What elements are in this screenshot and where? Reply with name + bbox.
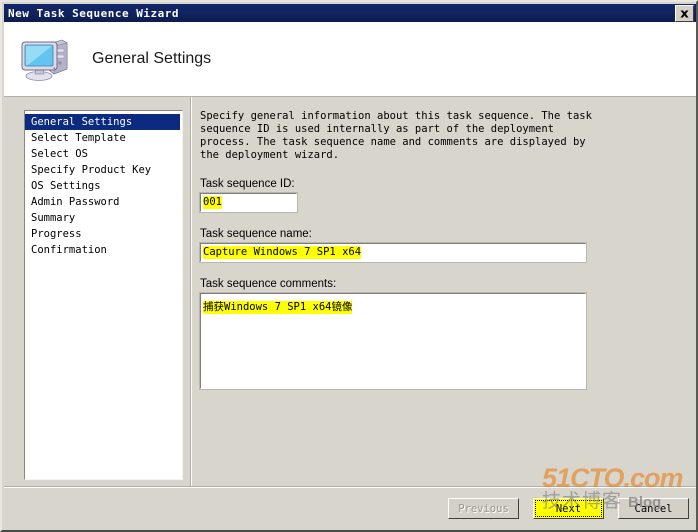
sidebar-item-summary[interactable]: Summary bbox=[25, 210, 182, 226]
window-titlebar: New Task Sequence Wizard bbox=[4, 4, 696, 22]
task-sequence-wizard-window: New Task Sequence Wizard General Setting… bbox=[0, 0, 698, 532]
wizard-content-pane: Specify general information about this t… bbox=[199, 110, 680, 390]
pane-divider bbox=[190, 97, 192, 486]
task-sequence-id-value: 001 bbox=[203, 196, 222, 209]
sidebar-item-confirmation[interactable]: Confirmation bbox=[25, 242, 182, 258]
wizard-footer: Previous Next Cancel bbox=[4, 488, 696, 530]
task-sequence-id-field: Task sequence ID: 001 bbox=[199, 178, 680, 213]
task-sequence-id-input[interactable]: 001 bbox=[199, 192, 298, 213]
task-sequence-comments-input[interactable]: 捕获Windows 7 SP1 x64镜像 bbox=[199, 292, 587, 390]
task-sequence-comments-field: Task sequence comments: 捕获Windows 7 SP1 … bbox=[199, 278, 680, 390]
wizard-step-list: General Settings Select Template Select … bbox=[24, 110, 183, 480]
task-sequence-name-field: Task sequence name: Capture Windows 7 SP… bbox=[199, 228, 680, 263]
sidebar-item-specify-product-key[interactable]: Specify Product Key bbox=[25, 162, 182, 178]
close-icon bbox=[680, 10, 689, 17]
instructions-text: Specify general information about this t… bbox=[200, 110, 592, 161]
wizard-header: General Settings bbox=[4, 22, 696, 96]
sidebar-item-select-os[interactable]: Select OS bbox=[25, 146, 182, 162]
previous-button[interactable]: Previous bbox=[448, 498, 519, 519]
task-sequence-comments-value: 捕获Windows 7 SP1 x64镜像 bbox=[203, 301, 353, 314]
sidebar-item-os-settings[interactable]: OS Settings bbox=[25, 178, 182, 194]
cancel-button[interactable]: Cancel bbox=[618, 498, 689, 519]
task-sequence-name-input[interactable]: Capture Windows 7 SP1 x64 bbox=[199, 242, 587, 263]
sidebar-item-admin-password[interactable]: Admin Password bbox=[25, 194, 182, 210]
task-sequence-id-label: Task sequence ID: bbox=[200, 178, 295, 190]
wizard-body: General Settings Select Template Select … bbox=[4, 97, 696, 486]
sidebar-item-progress[interactable]: Progress bbox=[25, 226, 182, 242]
computer-icon bbox=[21, 39, 68, 81]
page-title: General Settings bbox=[92, 50, 212, 67]
task-sequence-name-label: Task sequence name: bbox=[200, 228, 312, 240]
task-sequence-comments-label: Task sequence comments: bbox=[200, 278, 337, 290]
sidebar-item-select-template[interactable]: Select Template bbox=[25, 130, 182, 146]
next-button[interactable]: Next bbox=[533, 498, 604, 519]
close-button[interactable] bbox=[675, 5, 694, 22]
task-sequence-name-value: Capture Windows 7 SP1 x64 bbox=[203, 246, 362, 259]
sidebar-item-general-settings[interactable]: General Settings bbox=[25, 114, 180, 130]
window-title: New Task Sequence Wizard bbox=[8, 6, 179, 20]
